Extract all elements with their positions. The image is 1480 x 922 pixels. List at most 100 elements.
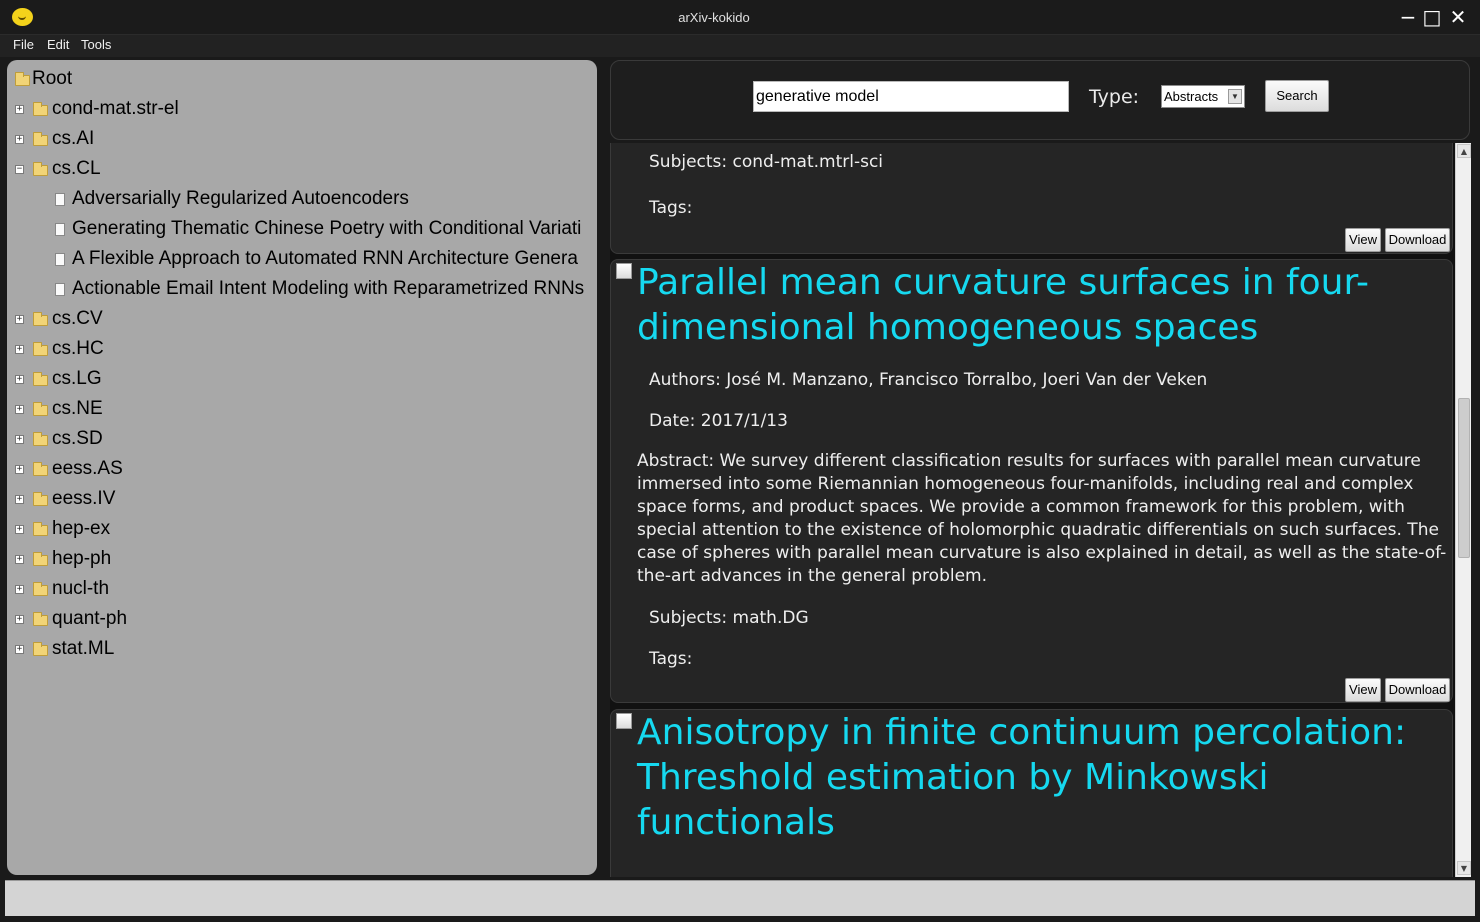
menu-edit[interactable]: Edit — [47, 37, 69, 52]
expand-icon[interactable]: + — [15, 435, 24, 444]
document-icon — [55, 283, 65, 296]
download-button[interactable]: Download — [1385, 678, 1450, 702]
view-button[interactable]: View — [1345, 228, 1381, 252]
tree-category[interactable]: + cs.SD — [7, 424, 597, 454]
tree-category-expanded[interactable]: − cs.CL — [7, 154, 597, 184]
menu-tools[interactable]: Tools — [81, 37, 111, 52]
folder-icon — [33, 102, 48, 116]
select-checkbox[interactable] — [616, 263, 632, 279]
tree-category[interactable]: + cs.HC — [7, 334, 597, 364]
tree-category[interactable]: + cs.AI — [7, 124, 597, 154]
tree-category[interactable]: + stat.ML — [7, 634, 597, 664]
document-icon — [55, 193, 65, 206]
tree-paper[interactable]: Adversarially Regularized Autoencoders — [7, 184, 597, 214]
result-title[interactable]: Anisotropy in finite continuum percolati… — [637, 710, 1447, 845]
expand-icon[interactable]: + — [15, 465, 24, 474]
expand-icon[interactable]: + — [15, 495, 24, 504]
minimize-button[interactable]: − — [1397, 6, 1419, 28]
results-list[interactable]: Subjects: cond-mat.mtrl-sci Tags: View D… — [610, 143, 1455, 877]
folder-icon — [33, 312, 48, 326]
expand-icon[interactable]: + — [15, 135, 24, 144]
tree-category-label: hep-ph — [52, 548, 112, 569]
tree-paper[interactable]: Generating Thematic Chinese Poetry with … — [7, 214, 597, 244]
folder-icon — [33, 462, 48, 476]
expand-icon[interactable]: + — [15, 555, 24, 564]
view-button[interactable]: View — [1345, 678, 1381, 702]
tree-category[interactable]: + hep-ph — [7, 544, 597, 574]
tree-paper-label: A Flexible Approach to Automated RNN Arc… — [72, 248, 578, 269]
scroll-thumb[interactable] — [1458, 398, 1470, 558]
title-bar: arXiv-kokido − □ ✕ — [0, 0, 1480, 35]
menu-file[interactable]: File — [13, 37, 34, 52]
tree-category-label: quant-ph — [52, 608, 128, 629]
tree-category[interactable]: + nucl-th — [7, 574, 597, 604]
tree-category[interactable]: + hep-ex — [7, 514, 597, 544]
result-authors: Authors: José M. Manzano, Francisco Torr… — [649, 370, 1208, 390]
result-tags: Tags: — [649, 649, 693, 669]
tree-root[interactable]: Root — [7, 64, 597, 94]
tree-category-label: eess.AS — [52, 458, 123, 479]
expand-icon[interactable]: + — [15, 645, 24, 654]
open-folder-icon — [15, 72, 30, 86]
tree-category[interactable]: + eess.IV — [7, 484, 597, 514]
folder-icon — [33, 492, 48, 506]
category-tree: Root + cond-mat.str-el + cs.AI − cs.CL A… — [7, 60, 597, 875]
tree-category-label: cs.NE — [52, 398, 103, 419]
result-abstract: Abstract: We survey different classifica… — [637, 451, 1447, 586]
tree-category[interactable]: + cs.LG — [7, 364, 597, 394]
folder-icon — [33, 642, 48, 656]
search-input[interactable] — [753, 81, 1069, 112]
maximize-button[interactable]: □ — [1421, 6, 1443, 28]
result-card: Subjects: cond-mat.mtrl-sci Tags: View D… — [610, 143, 1453, 254]
tree-category[interactable]: + quant-ph — [7, 604, 597, 634]
search-button[interactable]: Search — [1265, 80, 1329, 112]
tree-category[interactable]: + eess.AS — [7, 454, 597, 484]
type-label: Type: — [1089, 86, 1140, 108]
tree-category[interactable]: + cs.NE — [7, 394, 597, 424]
scroll-up-icon[interactable]: ▲ — [1457, 144, 1471, 158]
type-select-value: Abstracts — [1164, 89, 1219, 104]
folder-icon — [33, 372, 48, 386]
expand-icon[interactable]: + — [15, 405, 24, 414]
tree-category[interactable]: + cond-mat.str-el — [7, 94, 597, 124]
type-select[interactable]: Abstracts ▼ — [1161, 85, 1245, 108]
collapse-icon[interactable]: − — [15, 165, 24, 174]
expand-icon[interactable]: + — [15, 105, 24, 114]
tree-category-label: cs.HC — [52, 338, 104, 359]
tree-paper-label: Adversarially Regularized Autoencoders — [72, 188, 409, 209]
result-subjects: Subjects: cond-mat.mtrl-sci — [649, 152, 884, 172]
tree-paper[interactable]: A Flexible Approach to Automated RNN Arc… — [7, 244, 597, 274]
tree-category-label: cs.AI — [52, 128, 95, 149]
tree-root-label: Root — [32, 68, 73, 89]
tree-category[interactable]: + cs.CV — [7, 304, 597, 334]
tree-category-label: cs.CV — [52, 308, 103, 329]
tree-category-label: hep-ex — [52, 518, 111, 539]
expand-icon[interactable]: + — [15, 375, 24, 384]
select-checkbox[interactable] — [616, 713, 632, 729]
menu-bar: File Edit Tools — [0, 35, 1480, 57]
tree-category-label: cs.CL — [52, 158, 101, 179]
expand-icon[interactable]: + — [15, 315, 24, 324]
tree-paper-label: Actionable Email Intent Modeling with Re… — [72, 278, 585, 299]
expand-icon[interactable]: + — [15, 345, 24, 354]
results-scrollbar[interactable]: ▲ ▼ — [1455, 143, 1471, 877]
chevron-down-icon[interactable]: ▼ — [1228, 89, 1242, 104]
result-card: Anisotropy in finite continuum percolati… — [610, 709, 1453, 877]
folder-icon — [33, 132, 48, 146]
folder-icon — [33, 612, 48, 626]
scroll-down-icon[interactable]: ▼ — [1457, 861, 1471, 875]
tree-paper[interactable]: Actionable Email Intent Modeling with Re… — [7, 274, 597, 304]
close-button[interactable]: ✕ — [1447, 6, 1469, 28]
download-button[interactable]: Download — [1385, 228, 1450, 252]
folder-icon — [33, 552, 48, 566]
expand-icon[interactable]: + — [15, 615, 24, 624]
window-title: arXiv-kokido — [678, 10, 750, 25]
folder-icon — [33, 402, 48, 416]
expand-icon[interactable]: + — [15, 585, 24, 594]
expand-icon[interactable]: + — [15, 525, 24, 534]
result-tags: Tags: — [649, 198, 693, 218]
result-title[interactable]: Parallel mean curvature surfaces in four… — [637, 260, 1447, 350]
result-subjects: Subjects: math.DG — [649, 608, 809, 628]
tree-category-label: cs.LG — [52, 368, 102, 389]
tree-paper-label: Generating Thematic Chinese Poetry with … — [72, 218, 582, 239]
